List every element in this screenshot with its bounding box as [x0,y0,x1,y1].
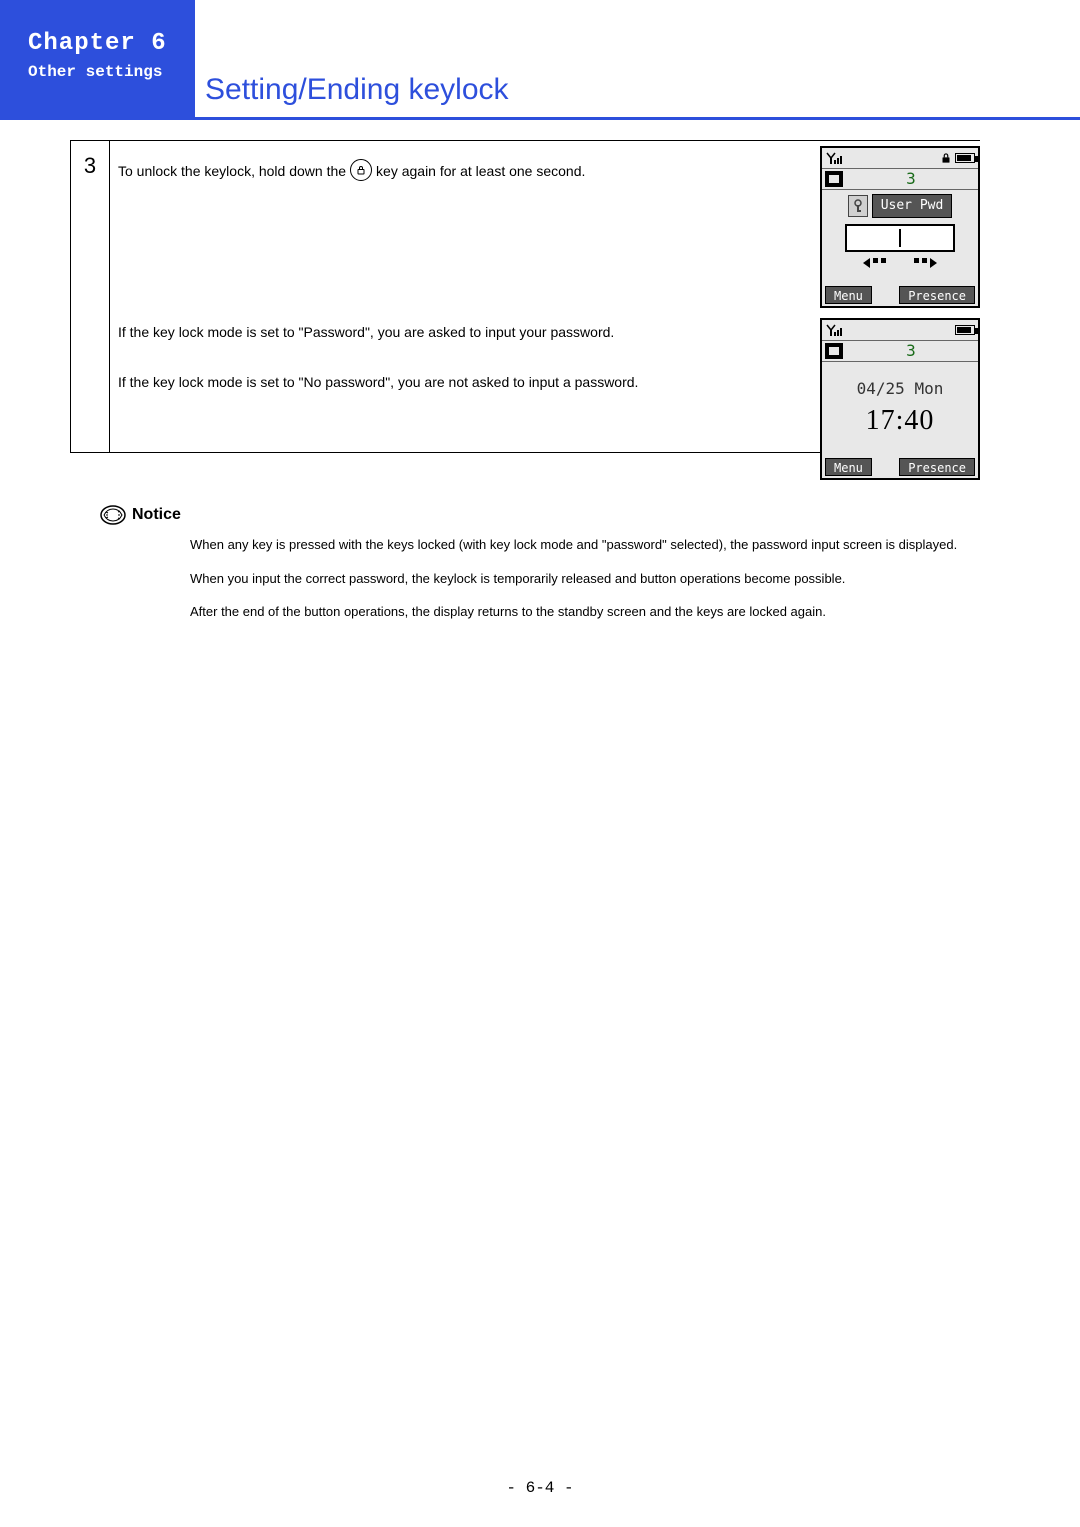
chapter-header-blue: Chapter 6 Other settings [0,0,195,120]
softkey-menu[interactable]: Menu [825,458,872,476]
notice-p3: After the end of the button operations, … [190,602,1010,622]
user-pwd-label: User Pwd [872,194,953,218]
softkey-presence[interactable]: Presence [899,286,975,304]
phone-inforow: 3 [822,340,978,362]
notice-icon [100,505,126,525]
battery-icon [955,153,975,163]
phone-softkeys: Menu Presence [822,284,978,306]
notice-p1: When any key is pressed with the keys lo… [190,535,1010,555]
phone-screen-standby: 3 04/25 Mon 17:40 Menu Presence [820,318,980,480]
notice-heading: Notice [100,505,1010,525]
key-icon [848,195,868,217]
instr-text-3: If the key lock mode is set to "No passw… [118,373,718,393]
clock-time: 17:40 [866,401,935,440]
chapter-subtitle: Other settings [28,63,183,81]
page-indicator [863,258,937,268]
phonebook-icon [825,343,843,359]
softkey-presence[interactable]: Presence [899,458,975,476]
chapter-header-white: Setting/Ending keylock [195,0,1080,120]
channel-number: 3 [847,168,975,190]
channel-number: 3 [847,340,975,362]
chapter-number: Chapter 6 [28,30,183,57]
instr-text-1a: To unlock the keylock, hold down the [118,162,346,182]
notice-p2: When you input the correct password, the… [190,569,1010,589]
phone-mid-clock: 04/25 Mon 17:40 [822,362,978,456]
phonebook-icon [825,171,843,187]
phone-screen-password: 3 User Pwd [820,146,980,308]
battery-icon [955,325,975,335]
notice-label: Notice [132,506,181,524]
password-input[interactable] [845,224,955,252]
lock-icon [939,151,953,165]
clock-date: 04/25 Mon [857,378,944,400]
instr-text-1b: key again for at least one second. [376,162,585,182]
step-body: To unlock the keylock, hold down the key… [110,141,980,452]
phone-softkeys: Menu Presence [822,456,978,478]
phone-screens-column: 3 User Pwd [820,146,980,490]
instr-text-2: If the key lock mode is set to "Password… [118,323,718,343]
step-number: 3 [70,141,110,452]
softkey-menu[interactable]: Menu [825,286,872,304]
phone-inforow: 3 [822,168,978,190]
phone-mid-password: User Pwd [822,190,978,284]
text-cursor [899,229,901,247]
phone-statusbar [822,320,978,340]
page-title: Setting/Ending keylock [205,73,509,107]
notice-text: When any key is pressed with the keys lo… [190,535,1010,622]
content-area: 3 To unlock the keylock, hold down the k… [70,140,980,453]
antenna-icon [825,323,845,337]
lock-key-icon [350,159,372,181]
phone-statusbar [822,148,978,168]
antenna-icon [825,151,845,165]
step-row: 3 To unlock the keylock, hold down the k… [70,140,980,453]
notice-block: Notice When any key is pressed with the … [100,505,1010,636]
page-footer: - 6-4 - [0,1479,1080,1497]
